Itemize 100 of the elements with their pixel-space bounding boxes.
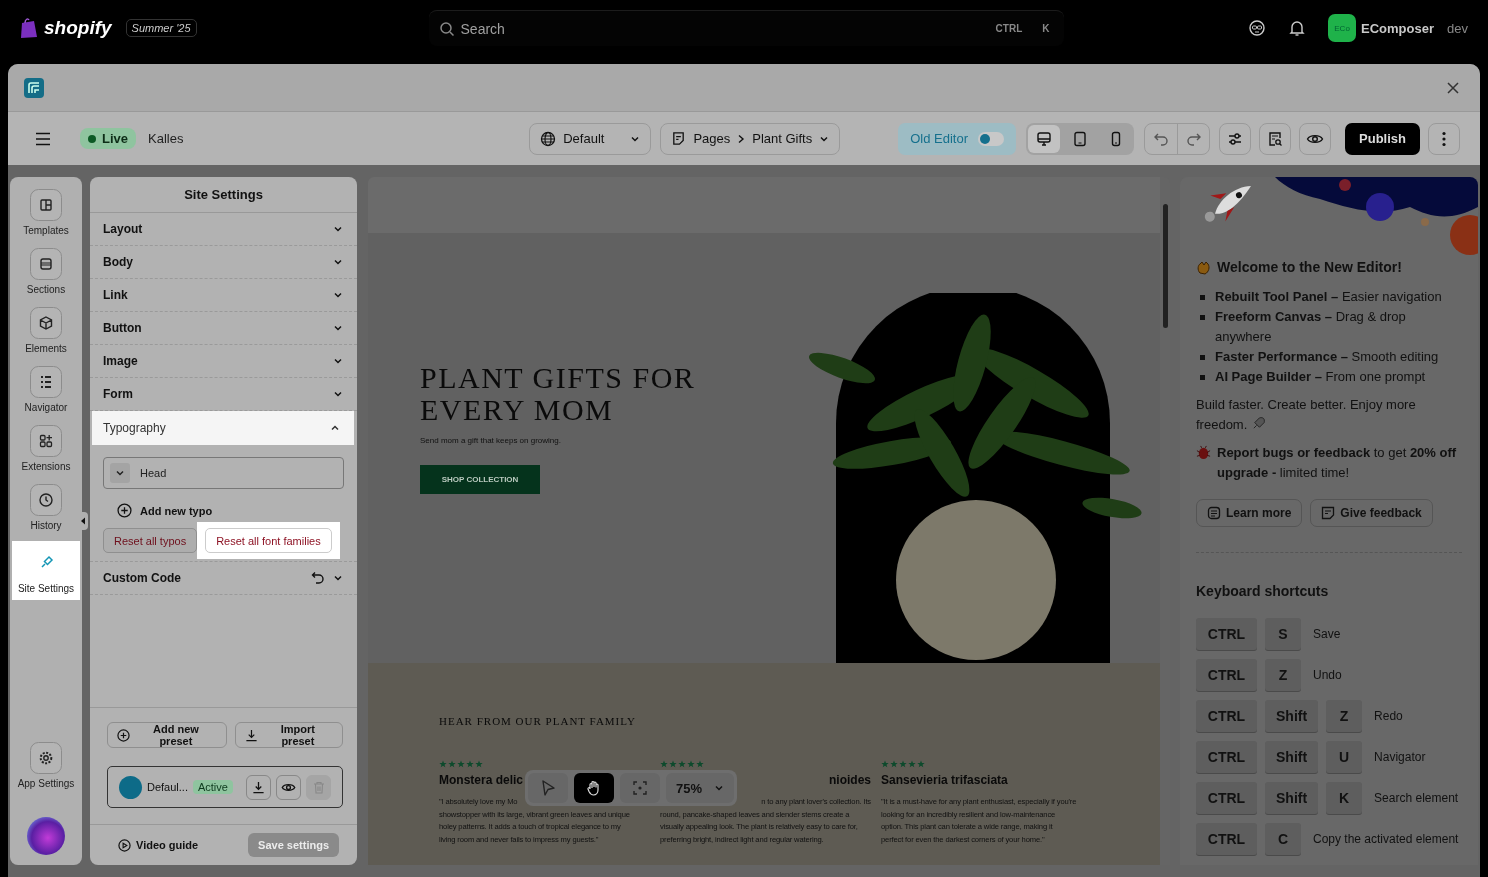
separator-chevron-icon	[737, 133, 746, 144]
testimonial-title: nioides	[829, 773, 871, 787]
shortcut-label: Navigator	[1374, 749, 1426, 764]
nav-item[interactable]: Sections	[13, 246, 79, 299]
shortcut-label: Copy the activated element	[1313, 831, 1459, 846]
select-tool-button[interactable]	[528, 773, 568, 803]
theme-name: Kalles	[148, 131, 184, 146]
device-button[interactable]	[1028, 124, 1061, 153]
plus-circle-icon	[117, 728, 130, 742]
history-icon	[30, 484, 62, 516]
bullet-icon	[1200, 295, 1205, 300]
accordion-header[interactable]: Image	[90, 345, 357, 377]
assistant-orb-icon[interactable]	[27, 817, 65, 855]
language-dropdown[interactable]: Default	[529, 122, 652, 155]
keyboard-key: C	[1265, 822, 1301, 855]
store-name[interactable]: EComposer	[1361, 20, 1435, 36]
search-icon	[438, 20, 455, 37]
seo-button[interactable]	[1259, 122, 1292, 155]
shopping-bag-icon	[20, 17, 38, 39]
shortcut-label: Search element	[1374, 790, 1459, 805]
collapse-arrow-icon[interactable]	[80, 517, 86, 525]
add-typo-button[interactable]: Add new typo	[117, 499, 213, 522]
page-dropdown[interactable]: Pages Plant Gifts	[660, 122, 841, 155]
search-bar[interactable]: Search CTRL K	[428, 10, 1064, 46]
accordion-header[interactable]: Link	[90, 279, 357, 311]
bullet-icon	[1200, 355, 1205, 360]
gear-icon	[30, 742, 62, 774]
video-guide-link[interactable]: Video guide	[118, 838, 199, 852]
nav-item[interactable]: Site Settings	[12, 541, 80, 600]
accordion-header[interactable]: Body	[90, 246, 357, 278]
reset-icon[interactable]	[311, 571, 325, 585]
shortcut-label: Redo	[1374, 708, 1403, 723]
chevron-icon	[330, 423, 340, 433]
preset-card[interactable]: Defaul... Active	[107, 766, 343, 808]
bell-icon[interactable]	[1288, 19, 1307, 37]
accordion-header[interactable]: Custom Code	[90, 562, 357, 594]
nav-item[interactable]: Elements	[13, 305, 79, 358]
sliders-icon	[1227, 130, 1244, 147]
edition-badge: Summer '25	[125, 19, 197, 37]
menu-button[interactable]	[34, 131, 52, 146]
nav-item[interactable]: Templates	[13, 187, 79, 240]
hero-subtitle: Send mom a gift that keeps on growing.	[420, 436, 562, 445]
chevron-icon	[333, 224, 343, 234]
preview-button[interactable]	[1299, 122, 1332, 155]
bullet-icon	[1200, 315, 1205, 320]
globe-icon	[540, 130, 557, 147]
download-icon	[252, 780, 265, 794]
panel-title: Site Settings	[90, 177, 357, 213]
more-button[interactable]	[1428, 122, 1460, 155]
publish-button[interactable]: Publish	[1345, 122, 1420, 155]
keyboard-key: CTRL	[1196, 822, 1257, 855]
navigator-icon	[30, 366, 62, 398]
shortcut-key: K	[1042, 23, 1050, 34]
keyboard-key: Shift	[1265, 740, 1319, 773]
import-preset-button[interactable]: Import preset	[234, 722, 343, 748]
page-icon	[671, 131, 687, 146]
preview-preset-button[interactable]	[276, 774, 301, 800]
face-icon[interactable]	[1248, 19, 1267, 37]
focus-icon	[631, 779, 649, 797]
keyboard-key: K	[1326, 781, 1363, 814]
accordion-header[interactable]: Button	[90, 312, 357, 344]
menu-icon	[34, 131, 52, 146]
feature-item: Freeform Canvas – Drag & drop anywhere	[1215, 308, 1407, 346]
extensions-icon	[30, 425, 62, 457]
add-preset-button[interactable]: Add new preset	[107, 722, 227, 748]
keyboard-key: Shift	[1265, 781, 1319, 814]
chevron-icon	[333, 573, 343, 583]
testimonials-heading: HEAR FROM OUR PLANT FAMILY	[439, 715, 637, 727]
nav-item[interactable]: App Settings	[13, 740, 79, 793]
reset-fonts-button[interactable]: Reset all font families	[205, 528, 332, 553]
keyboard-key: Z	[1326, 699, 1363, 732]
nav-item[interactable]: Extensions	[13, 423, 79, 476]
nav-item[interactable]: Navigator	[13, 364, 79, 417]
keyboard-key: CTRL	[1196, 781, 1257, 814]
preset-name: Defaul...	[147, 781, 188, 793]
nav-item[interactable]: History	[13, 482, 79, 535]
shop-collection-button[interactable]: SHOP COLLECTION	[420, 465, 540, 494]
store-role: dev	[1447, 20, 1468, 36]
keyboard-key: Shift	[1265, 699, 1319, 732]
note-icon	[1321, 506, 1336, 520]
keyboard-key: S	[1265, 617, 1301, 650]
testimonial-title: Monstera delic	[439, 773, 524, 787]
brand-name[interactable]: shopify	[44, 17, 112, 39]
app-logo-icon	[24, 77, 44, 98]
settings-button[interactable]	[1219, 122, 1252, 155]
keyboard-key: CTRL	[1196, 658, 1257, 691]
focus-tool-button[interactable]	[620, 773, 660, 803]
scrollbar-thumb[interactable]	[1162, 204, 1168, 328]
keyboard-key: CTRL	[1196, 740, 1257, 773]
accordion-header[interactable]: Form	[90, 378, 357, 410]
desktop-icon	[1036, 130, 1053, 147]
hand-tool-button[interactable]	[574, 773, 614, 803]
reset-typos-button[interactable]: Reset all typos	[103, 528, 198, 553]
accordion-header[interactable]: Layout	[90, 213, 357, 245]
accordion-header[interactable]: Typography	[92, 411, 354, 445]
close-icon[interactable]	[1446, 80, 1460, 95]
testimonial-title: Sansevieria trifasciata	[881, 773, 1008, 787]
search-input[interactable]: Search	[460, 20, 982, 37]
export-preset-button[interactable]	[246, 774, 271, 800]
typography-group[interactable]: Head	[103, 457, 344, 489]
